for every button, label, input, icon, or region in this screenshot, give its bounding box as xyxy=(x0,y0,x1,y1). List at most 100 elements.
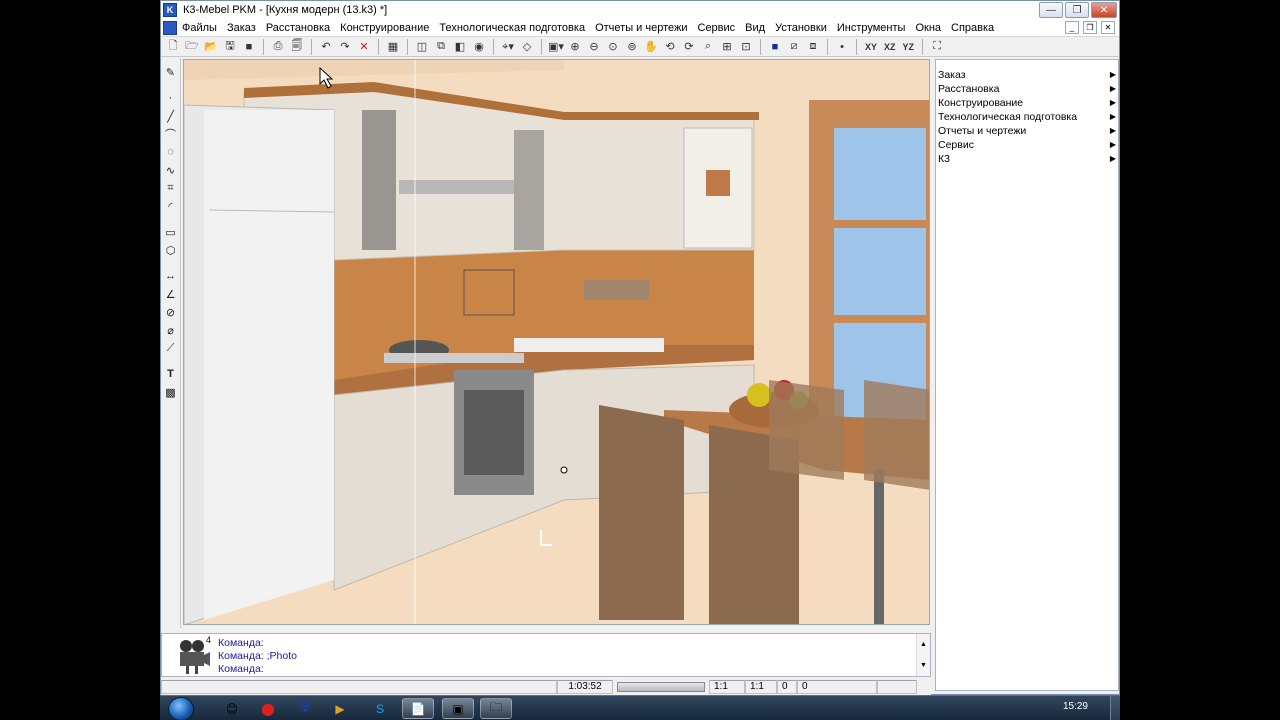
point-tool-icon[interactable]: · xyxy=(163,90,179,106)
side-menu-construction[interactable]: Конструирование ▶ xyxy=(936,96,1118,110)
maximize-button[interactable]: ❐ xyxy=(1065,2,1089,18)
snap-icon[interactable]: ◇ xyxy=(519,39,535,55)
opera-icon[interactable]: ⬤ xyxy=(252,698,284,719)
scroll-up-icon[interactable]: ▲ xyxy=(917,634,930,655)
new-file-icon[interactable]: 🗋 xyxy=(165,39,181,55)
undo-icon[interactable]: ↶ xyxy=(318,39,334,55)
menu-arrangement[interactable]: Расстановка xyxy=(261,19,335,37)
close-button[interactable]: ✕ xyxy=(1091,2,1117,18)
document-icon[interactable] xyxy=(163,20,177,35)
delete-icon[interactable]: ✕ xyxy=(356,39,372,55)
print-icon[interactable]: ⎙ xyxy=(270,39,286,55)
messenger-icon[interactable]: 😊 xyxy=(216,698,248,719)
polygon-tool-icon[interactable]: ⬡ xyxy=(163,242,179,258)
diameter-tool-icon[interactable]: ⌀ xyxy=(163,322,179,338)
leader-tool-icon[interactable]: ⟋ xyxy=(163,340,179,356)
status-time: 1:03:52 xyxy=(557,680,613,694)
menu-order[interactable]: Заказ xyxy=(222,19,261,37)
zoom-out-icon[interactable]: ⊖ xyxy=(586,39,602,55)
status-empty xyxy=(877,680,917,694)
pan-icon[interactable]: ✋ xyxy=(643,39,659,55)
camera-dropdown-icon[interactable]: ▣▾ xyxy=(548,39,564,55)
hatch-tool-icon[interactable]: ▩ xyxy=(163,384,179,400)
minimize-button[interactable]: — xyxy=(1039,2,1063,18)
k3-task[interactable]: ▣ xyxy=(442,698,474,719)
save-disk-icon[interactable]: 🖫 xyxy=(288,698,320,719)
fit-view-icon[interactable]: ⛶ xyxy=(929,39,945,55)
menu-help[interactable]: Справка xyxy=(946,19,999,37)
arc-tool-icon[interactable]: ◜ xyxy=(163,198,179,214)
3d-viewport[interactable] xyxy=(183,59,930,625)
text-tool-icon[interactable]: T xyxy=(163,366,179,382)
side-menu-service[interactable]: Сервис ▶ xyxy=(936,138,1118,152)
menu-settings[interactable]: Установки xyxy=(770,19,832,37)
view-yz-button[interactable]: YZ xyxy=(901,39,917,55)
command-input[interactable]: Команда: xyxy=(218,663,297,676)
view-xz-button[interactable]: XZ xyxy=(882,39,898,55)
zoom-all-icon[interactable]: ⊚ xyxy=(624,39,640,55)
texture-icon[interactable]: ⧈ xyxy=(805,39,821,55)
side-menu-tech-prep[interactable]: Технологическая подготовка ▶ xyxy=(936,110,1118,124)
zoom-extents-icon[interactable]: ⊞ xyxy=(719,39,735,55)
material-icon[interactable]: ⧄ xyxy=(786,39,802,55)
zoom-prev-icon[interactable]: ⌕ xyxy=(700,39,716,55)
point-icon[interactable]: • xyxy=(834,39,850,55)
circle-tool-icon[interactable]: ◌ xyxy=(163,144,179,160)
zoom-dynamic-icon[interactable]: ⊡ xyxy=(738,39,754,55)
dimension-tool-icon[interactable]: ↔ xyxy=(163,268,179,284)
angle-tool-icon[interactable]: ∠ xyxy=(163,286,179,302)
contour-tool-icon[interactable]: ⌗ xyxy=(163,180,179,196)
print-preview-icon[interactable]: 🗐 xyxy=(289,39,305,55)
side-menu-k3[interactable]: К3 ▶ xyxy=(936,152,1118,166)
side-menu-reports[interactable]: Отчеты и чертежи ▶ xyxy=(936,124,1118,138)
save-all-icon[interactable]: ■ xyxy=(241,39,257,55)
open-folder-icon[interactable]: 📂 xyxy=(203,39,219,55)
command-count: 4 xyxy=(206,635,212,645)
side-menu-arrangement[interactable]: Расстановка ▶ xyxy=(936,82,1118,96)
orbit-icon[interactable]: ⟲ xyxy=(662,39,678,55)
grid-icon[interactable]: ▦ xyxy=(385,39,401,55)
command-line: Команда: xyxy=(218,637,264,649)
save-icon[interactable]: 🖫 xyxy=(222,39,238,55)
range-hood xyxy=(399,180,514,194)
skype-icon[interactable]: S xyxy=(364,698,396,719)
pencil-icon[interactable]: ✎ xyxy=(163,64,179,80)
menu-construction[interactable]: Конструирование xyxy=(335,19,434,37)
rectangle-tool-icon[interactable]: ▭ xyxy=(163,224,179,240)
zoom-window-icon[interactable]: ⊙ xyxy=(605,39,621,55)
k3-icon[interactable]: K xyxy=(163,3,177,17)
media-player-icon[interactable]: ▶ xyxy=(324,698,356,719)
doc-restore-button[interactable]: ❐ xyxy=(1083,21,1097,34)
shaded-icon[interactable]: ◧ xyxy=(452,39,468,55)
menu-tools[interactable]: Инструменты xyxy=(832,19,911,37)
menu-tech-prep[interactable]: Технологическая подготовка xyxy=(434,19,590,37)
start-button[interactable] xyxy=(168,697,194,720)
menu-service[interactable]: Сервис xyxy=(693,19,741,37)
select-dropdown-icon[interactable]: ⌖▾ xyxy=(500,39,516,55)
side-menu-order[interactable]: Заказ ▶ xyxy=(936,68,1118,82)
other-task[interactable]: 🗀 xyxy=(480,698,512,719)
line-tool-icon[interactable]: ╱ xyxy=(163,108,179,124)
spline-tool-icon[interactable]: ∿ xyxy=(163,162,179,178)
menu-windows[interactable]: Окна xyxy=(910,19,946,37)
notepad-task[interactable]: 📄 xyxy=(402,698,434,719)
view-xy-button[interactable]: XY xyxy=(863,39,879,55)
rotate-icon[interactable]: ⟳ xyxy=(681,39,697,55)
menu-files[interactable]: Файлы xyxy=(177,19,222,37)
show-desktop-button[interactable] xyxy=(1110,696,1120,720)
zoom-in-icon[interactable]: ⊕ xyxy=(567,39,583,55)
redo-icon[interactable]: ↷ xyxy=(337,39,353,55)
doc-minimize-button[interactable]: _ xyxy=(1065,21,1079,34)
render-icon[interactable]: ◉ xyxy=(471,39,487,55)
open-file-icon[interactable]: 🗁 xyxy=(184,39,200,55)
menu-view[interactable]: Вид xyxy=(740,19,770,37)
scroll-down-icon[interactable]: ▼ xyxy=(917,655,930,676)
polyline-tool-icon[interactable]: ⌒ xyxy=(163,126,179,142)
doc-close-button[interactable]: ✕ xyxy=(1101,21,1115,34)
radius-tool-icon[interactable]: ⊘ xyxy=(163,304,179,320)
menu-reports[interactable]: Отчеты и чертежи xyxy=(590,19,692,37)
hidden-lines-icon[interactable]: ⧉ xyxy=(433,39,449,55)
command-scrollbar[interactable]: ▲ ▼ xyxy=(916,634,930,676)
color-icon[interactable]: ■ xyxy=(767,39,783,55)
wireframe-icon[interactable]: ◫ xyxy=(414,39,430,55)
